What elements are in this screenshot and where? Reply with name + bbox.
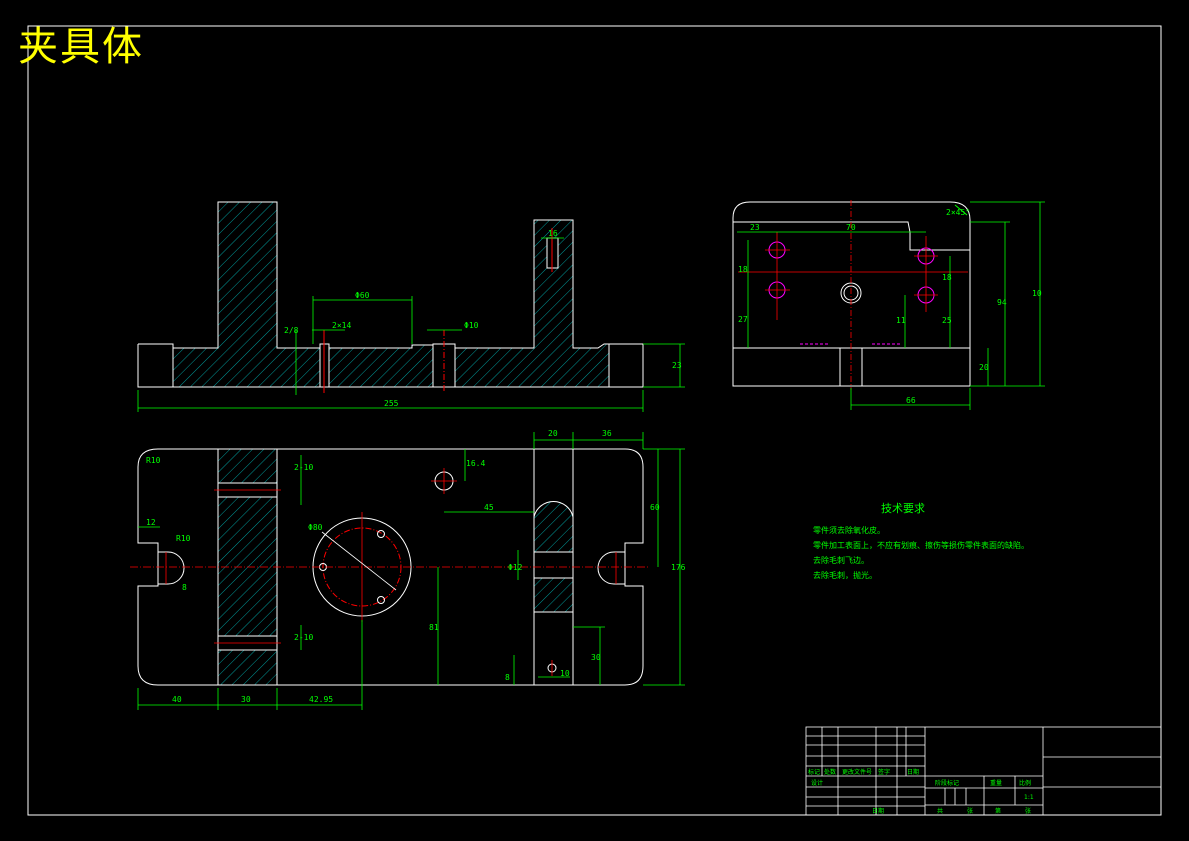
dim-side-h-mid-2: 11	[896, 316, 906, 325]
dim-top-center-12: Φ12	[508, 563, 523, 572]
tb-scale: 比例	[1019, 779, 1031, 787]
dim-top-bottom-30: 30	[241, 695, 251, 704]
dim-side-left-offset: 23	[750, 223, 760, 232]
dim-side-h-left-2: 27	[738, 315, 748, 324]
dim-top-bolt-circle: Φ80	[308, 523, 323, 532]
dim-top-right-176: 176	[671, 563, 686, 572]
dim-top-keyway-1: 2-10	[294, 463, 313, 472]
tb-sheet: 共	[937, 807, 943, 815]
dim-top-slot-angle: 8	[182, 583, 187, 592]
tb-scale-value: 1:1	[1024, 794, 1034, 801]
dim-side-height-2: 10	[1032, 289, 1042, 298]
dim-side-top-span: 70	[846, 223, 856, 232]
bolt-diameter-line	[321, 531, 397, 591]
front-view	[137, 201, 644, 388]
dim-top-v-30: 30	[591, 653, 601, 662]
dim-top-corner: R10	[146, 456, 161, 465]
dim-side-chamfer: 2×45°	[946, 208, 970, 217]
dim-top-keyway-2: 2-10	[294, 633, 313, 642]
dim-top-bottom-42: 42.95	[309, 695, 333, 704]
tech-requirement-3: 去除毛刺飞边。	[813, 555, 869, 565]
tb-approve: 日期	[872, 807, 884, 815]
dim-top-v-8: 8	[505, 673, 510, 682]
dim-side-bottom-span: 66	[906, 396, 916, 405]
tech-requirements-title: 技术要求	[881, 502, 925, 515]
dim-side-h-right: 25	[942, 316, 952, 325]
dim-top-small-hole: 16.4	[466, 459, 485, 468]
tb-date: 日期	[907, 768, 919, 776]
dim-top-h-10: 10	[560, 669, 570, 678]
title-block-labels: 标记 处数 更改文件号 签字 日期 设计 阶段标记 重量 比例 1:1 共 张 …	[808, 768, 1034, 815]
tb-sheet-of: 张	[967, 807, 973, 815]
dim-step-height: 2/8	[284, 326, 299, 335]
dim-side-base-h: 20	[979, 363, 989, 372]
drawing-title: 夹具体	[18, 24, 144, 70]
tb-mark: 标记	[808, 768, 820, 776]
dim-slot-depth: 2×14	[332, 321, 351, 330]
dim-side-height-1: 94	[997, 298, 1007, 307]
dim-top-slot-radius: R10	[176, 534, 191, 543]
dim-top-width: Φ60	[355, 291, 370, 300]
dim-top-v-81: 81	[429, 623, 439, 632]
tb-stage-mark: 阶段标记	[935, 779, 959, 787]
dim-top-bottom-40: 40	[172, 695, 182, 704]
tech-requirement-4: 去除毛刺，抛光。	[813, 570, 877, 580]
tb-page-of: 张	[1025, 807, 1031, 815]
dim-top-offset-45: 45	[484, 503, 494, 512]
side-hidden-holes	[768, 241, 935, 345]
dim-side-h-left-1: 18	[738, 265, 748, 274]
tb-sign: 签字	[878, 768, 890, 776]
dim-top-right-60: 60	[650, 503, 660, 512]
dim-top-20: 20	[548, 429, 558, 438]
dim-base-height: 23	[672, 361, 682, 370]
tb-page: 第	[995, 807, 1001, 815]
dim-side-h-mid: 18	[942, 273, 952, 282]
engineering-drawing: 255 Φ60 Φ10 16 2×14 2/8 23 70 23 2×45° 9…	[27, 25, 1162, 816]
tb-division: 更改文件号	[842, 768, 872, 776]
dim-hole-small: Φ10	[464, 321, 479, 330]
tb-count: 处数	[824, 768, 836, 776]
tech-requirement-2: 零件加工表面上，不应有划痕、擦伤等损伤零件表面的缺陷。	[813, 540, 1029, 550]
dim-overall-length: 255	[384, 399, 399, 408]
dim-slot-width: 16	[548, 229, 558, 238]
tech-requirement-1: 零件须去除氧化皮。	[813, 525, 885, 535]
dim-top-left-slot: 12	[146, 518, 156, 527]
sheet-border	[27, 25, 1162, 816]
tb-weight: 重量	[990, 779, 1002, 787]
dim-top-36: 36	[602, 429, 612, 438]
tb-design: 设计	[811, 779, 823, 787]
